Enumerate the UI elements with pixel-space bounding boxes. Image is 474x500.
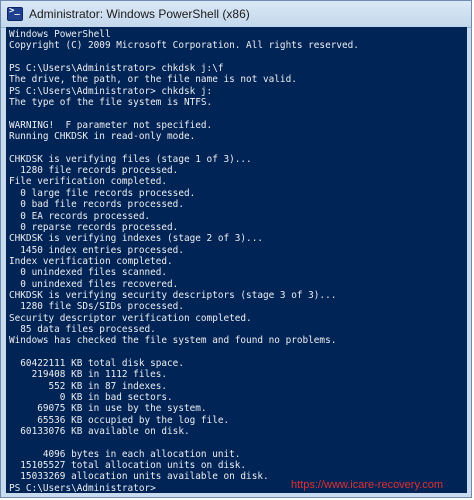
console-line: 0 unindexed files recovered.	[9, 278, 179, 290]
title-bar[interactable]: Administrator: Windows PowerShell (x86)	[1, 1, 471, 28]
console-line: CHKDSK is verifying files (stage 1 of 3)…	[9, 153, 252, 165]
console-line: 1280 file SDs/SIDs processed.	[9, 301, 184, 313]
console-line: PS C:\Users\Administrator> chkdsk j:	[9, 85, 213, 97]
console-line: 0 bad file records processed.	[9, 199, 184, 211]
console-line: CHKDSK is verifying security descriptors…	[9, 289, 337, 301]
console-line: 0 KB in bad sectors.	[9, 392, 173, 403]
console-line: WARNING! F parameter not specified.	[9, 119, 213, 131]
window-title: Administrator: Windows PowerShell (x86)	[29, 7, 250, 21]
console-line: 0 EA records processed.	[9, 210, 151, 222]
console-line: 1280 file records processed.	[9, 165, 179, 177]
console-line: Security descriptor verification complet…	[9, 312, 252, 324]
console-line: 4096 bytes in each allocation unit.	[9, 448, 241, 460]
console-line: 60422111 KB total disk space.	[9, 357, 184, 369]
console-output-area[interactable]: Windows PowerShell Copyright (C) 2009 Mic…	[6, 27, 467, 493]
console-line: 552 KB in 87 indexes.	[9, 380, 168, 392]
console-line: 1450 index entries processed.	[9, 244, 184, 256]
console-line: 0 unindexed files scanned.	[9, 267, 168, 279]
console-line: 0 large file records processed.	[9, 187, 196, 199]
console-line: Copyright (C) 2009 Microsoft Corporation…	[9, 40, 359, 52]
console-line: 65536 KB occupied by the log file.	[9, 414, 230, 426]
console-line: Running CHKDSK in read-only mode.	[9, 131, 196, 143]
console-line: The drive, the path, or the file name is…	[9, 74, 297, 86]
console-line: 15105527 total allocation units on disk.	[9, 460, 247, 472]
console-line: Windows has checked the file system and …	[9, 335, 337, 347]
console-line: Windows PowerShell	[9, 29, 111, 40]
console-line: PS C:\Users\Administrator> chkdsk j:\f	[9, 63, 224, 75]
console-line: 85 data files processed.	[9, 323, 156, 335]
console-line: The type of the file system is NTFS.	[9, 97, 213, 109]
console-line: 219408 KB in 1112 files.	[9, 369, 168, 381]
console-lines: Windows PowerShell Copyright (C) 2009 Mic…	[9, 29, 359, 493]
powershell-icon[interactable]	[7, 6, 23, 21]
console-line: 60133076 KB available on disk.	[9, 426, 190, 438]
console-line: CHKDSK is verifying indexes (stage 2 of …	[9, 233, 263, 245]
console-line: Index verification completed.	[9, 255, 173, 267]
console-line: File verification completed.	[9, 176, 168, 188]
console-line: 0 reparse records processed.	[9, 221, 179, 233]
watermark-url: https://www.icare-recovery.com	[290, 479, 443, 491]
console-line: 69075 KB in use by the system.	[9, 403, 207, 415]
powershell-window: Administrator: Windows PowerShell (x86) …	[0, 0, 472, 498]
